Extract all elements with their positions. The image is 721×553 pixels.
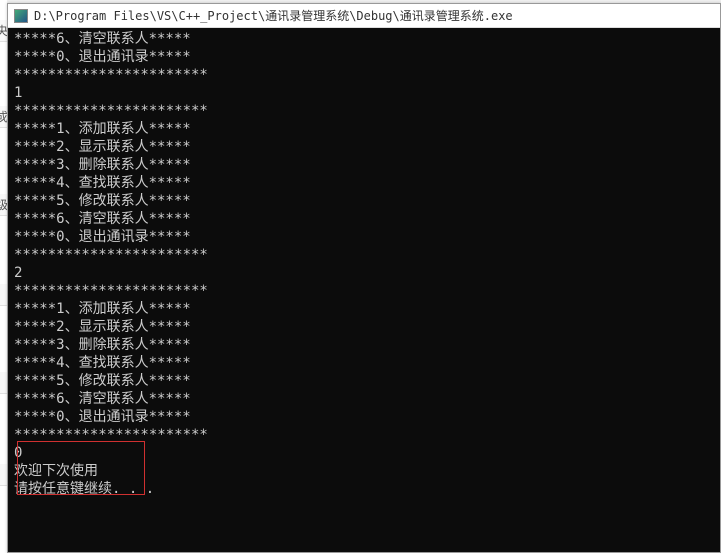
window-title: D:\Program Files\VS\C++_Project\通讯录管理系统\… — [34, 7, 513, 24]
app-icon — [14, 9, 28, 23]
console-window: D:\Program Files\VS\C++_Project\通讯录管理系统\… — [7, 3, 721, 553]
titlebar[interactable]: D:\Program Files\VS\C++_Project\通讯录管理系统\… — [8, 4, 720, 28]
background-crumbs: 央管戓名级机理心星 — [0, 0, 7, 553]
console-output[interactable]: *****6、清空联系人***** *****0、退出通讯录***** ****… — [8, 28, 720, 552]
